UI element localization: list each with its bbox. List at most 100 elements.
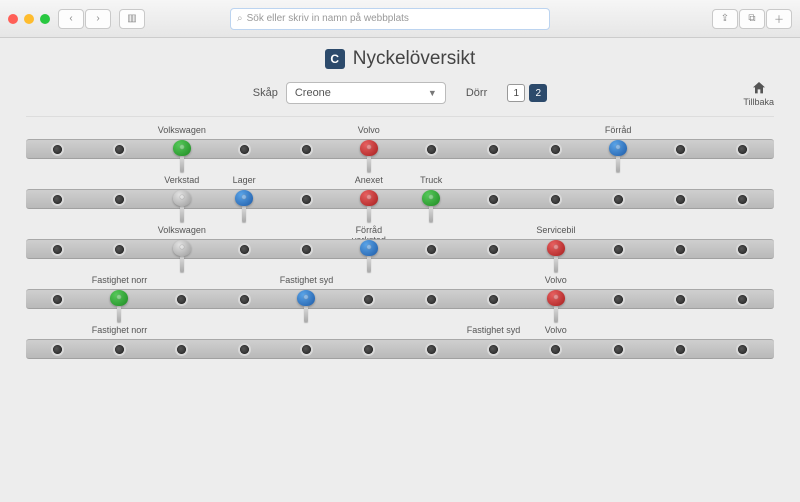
slot-label (587, 275, 649, 287)
window-traffic-lights (8, 14, 50, 24)
slot-label (587, 175, 649, 187)
slot-label: Volvo (525, 275, 587, 287)
slot-label (88, 125, 150, 137)
back-link[interactable]: Tillbaka (743, 80, 774, 107)
slot-label (712, 275, 774, 287)
empty-slot-icon (53, 295, 62, 304)
forward-button[interactable]: › (85, 9, 111, 29)
empty-slot-icon (738, 195, 747, 204)
slot-label: Volvo (338, 125, 400, 137)
key-icon[interactable] (608, 140, 628, 176)
empty-slot-icon (177, 295, 186, 304)
key-icon[interactable] (109, 290, 129, 326)
slot-label (587, 325, 649, 337)
slot-label: Förråd (587, 125, 649, 137)
slot-label: Fastighet norr (88, 275, 150, 287)
empty-slot-icon (427, 345, 436, 354)
empty-slot-icon (302, 195, 311, 204)
slot-label (400, 275, 462, 287)
slot-label (462, 125, 524, 137)
skap-select[interactable]: Creone ▼ (286, 82, 446, 104)
slot-label: Volkswagen (151, 125, 213, 137)
empty-slot-icon (614, 295, 623, 304)
minimize-window-icon[interactable] (24, 14, 34, 24)
key-icon[interactable] (359, 240, 379, 276)
slot-label (26, 175, 88, 187)
empty-slot-icon (427, 295, 436, 304)
empty-slot-icon (302, 245, 311, 254)
empty-slot-icon (53, 195, 62, 204)
key-row: Fastighet norrFastighet sydVolvo (26, 275, 774, 309)
slot-label (275, 175, 337, 187)
slot-label (649, 125, 711, 137)
sidebar-toggle-icon[interactable]: ▥ (119, 9, 145, 29)
key-icon[interactable] (234, 190, 254, 226)
slot-label (712, 175, 774, 187)
page-title: Nyckelöversikt (353, 48, 475, 70)
empty-slot-icon (53, 145, 62, 154)
key-row: Fastighet norrFastighet sydVolvo (26, 325, 774, 359)
empty-slot-icon (676, 295, 685, 304)
empty-slot-icon (551, 145, 560, 154)
empty-slot-icon (614, 345, 623, 354)
slot-label: Verkstad (151, 175, 213, 187)
empty-slot-icon (738, 345, 747, 354)
key-strip (26, 189, 774, 209)
back-button[interactable]: ‹ (58, 9, 84, 29)
empty-slot-icon (115, 145, 124, 154)
page-body: C Nyckelöversikt Skåp Creone ▼ Dörr 1 2 … (0, 38, 800, 502)
search-icon: ⌕ (237, 13, 243, 24)
address-bar[interactable]: ⌕ Sök eller skriv in namn på webbplats (230, 8, 550, 30)
dorr-pager: 1 2 (507, 84, 547, 102)
new-tab-button[interactable]: ＋ (766, 9, 792, 29)
key-icon[interactable] (359, 190, 379, 226)
empty-slot-icon (364, 345, 373, 354)
empty-slot-icon (240, 345, 249, 354)
key-icon[interactable] (172, 190, 192, 226)
key-icon[interactable] (546, 290, 566, 326)
slot-label (649, 275, 711, 287)
slot-label (400, 125, 462, 137)
zoom-window-icon[interactable] (40, 14, 50, 24)
key-row: Volkswagen Volvo Förråd (26, 125, 774, 159)
empty-slot-icon (302, 145, 311, 154)
key-row: VolkswagenFörråd verkstadServicebil (26, 225, 774, 259)
slot-label (275, 125, 337, 137)
key-icon[interactable] (172, 140, 192, 176)
dorr-page-2[interactable]: 2 (529, 84, 547, 102)
key-icon[interactable] (421, 190, 441, 226)
share-button[interactable]: ⇪ (712, 9, 738, 29)
chevron-down-icon: ▼ (428, 88, 437, 98)
slot-label (88, 175, 150, 187)
empty-slot-icon (489, 345, 498, 354)
slot-label (712, 325, 774, 337)
dorr-label: Dörr (466, 87, 487, 99)
empty-slot-icon (489, 195, 498, 204)
slot-label (649, 325, 711, 337)
tabs-button[interactable]: ⧉ (739, 9, 765, 29)
key-icon[interactable] (546, 240, 566, 276)
key-icon[interactable] (296, 290, 316, 326)
slot-label (712, 125, 774, 137)
slot-label (213, 275, 275, 287)
slot-label: Truck (400, 175, 462, 187)
empty-slot-icon (676, 195, 685, 204)
slot-label (338, 275, 400, 287)
key-icon[interactable] (172, 240, 192, 276)
close-window-icon[interactable] (8, 14, 18, 24)
slot-label (525, 175, 587, 187)
title-row: C Nyckelöversikt (0, 48, 800, 70)
empty-slot-icon (240, 145, 249, 154)
dorr-page-1[interactable]: 1 (507, 84, 525, 102)
nav-buttons: ‹ › (58, 9, 111, 29)
slot-label (26, 275, 88, 287)
slot-label: Fastighet syd (462, 325, 524, 337)
slot-label (151, 325, 213, 337)
empty-slot-icon (738, 245, 747, 254)
key-rows: VolkswagenVolvoFörrådVerkstadLagerAnexet… (0, 117, 800, 359)
empty-slot-icon (177, 345, 186, 354)
browser-chrome: ‹ › ▥ ⌕ Sök eller skriv in namn på webbp… (0, 0, 800, 38)
key-icon[interactable] (359, 140, 379, 176)
slot-label (338, 325, 400, 337)
slot-label: Volvo (525, 325, 587, 337)
